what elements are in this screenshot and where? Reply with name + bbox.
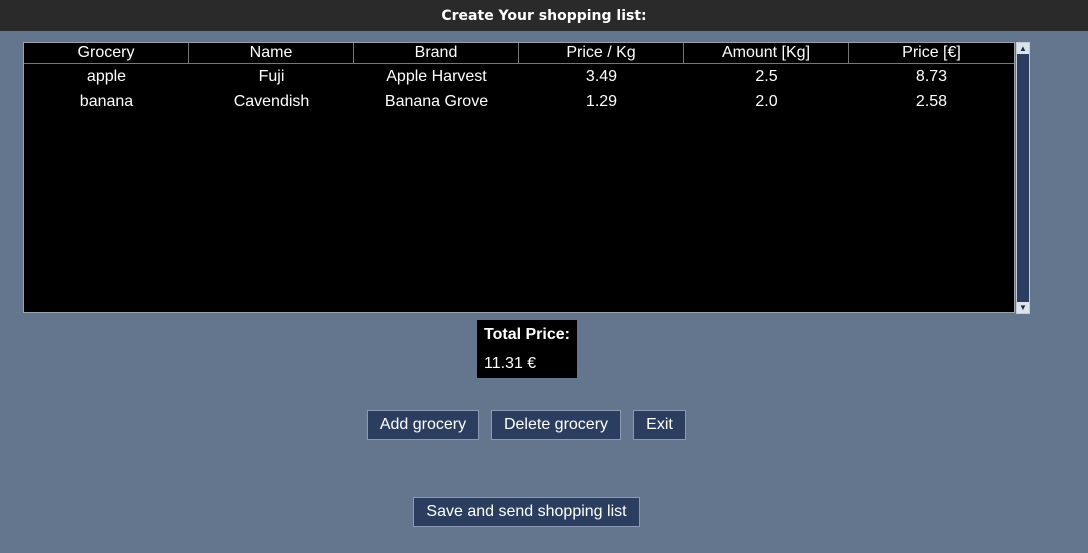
table-row[interactable]: apple Fuji Apple Harvest 3.49 2.5 8.73: [24, 65, 1014, 90]
table-cell: Apple Harvest: [386, 68, 487, 85]
add-grocery-button[interactable]: Add grocery: [367, 410, 479, 440]
grocery-table[interactable]: Grocery Name Brand Price / Kg Amount [Kg…: [23, 42, 1015, 313]
table-row[interactable]: banana Cavendish Banana Grove 1.29 2.0 2…: [24, 90, 1014, 115]
table-cell: apple: [86, 68, 127, 85]
table-body: apple Fuji Apple Harvest 3.49 2.5 8.73 b…: [24, 64, 1014, 115]
column-header-price[interactable]: Price [€]: [849, 43, 1014, 63]
delete-grocery-button[interactable]: Delete grocery: [491, 410, 621, 440]
table-cell: Fuji: [258, 68, 285, 85]
total-price-label: Total Price:: [484, 326, 570, 343]
column-header-amount[interactable]: Amount [Kg]: [684, 43, 849, 63]
column-header-price-per-kg[interactable]: Price / Kg: [519, 43, 684, 63]
table-cell: 3.49: [585, 68, 618, 85]
triangle-down-icon[interactable]: ▼: [1017, 302, 1029, 313]
table-cell: 2.5: [755, 68, 778, 85]
column-header-name[interactable]: Name: [189, 43, 354, 63]
column-header-grocery[interactable]: Grocery: [24, 43, 189, 63]
exit-button[interactable]: Exit: [633, 410, 686, 440]
table-cell: Banana Grove: [384, 93, 489, 110]
table-header: Grocery Name Brand Price / Kg Amount [Kg…: [24, 43, 1014, 64]
table-cell: 2.0: [755, 93, 778, 110]
save-and-send-button[interactable]: Save and send shopping list: [413, 497, 640, 527]
table-cell: 8.73: [915, 68, 948, 85]
table-cell: 2.58: [915, 93, 948, 110]
column-header-brand[interactable]: Brand: [354, 43, 519, 63]
triangle-up-icon[interactable]: ▲: [1017, 43, 1029, 54]
table-cell: banana: [79, 93, 134, 110]
total-price-value: 11.31 €: [484, 355, 537, 372]
table-cell: Cavendish: [233, 93, 310, 110]
table-scrollbar[interactable]: ▲ ▼: [1016, 42, 1030, 314]
total-price-box: Total Price: 11.31 €: [477, 320, 577, 378]
window-title: Create Your shopping list:: [0, 0, 1088, 31]
table-cell: 1.29: [585, 93, 618, 110]
